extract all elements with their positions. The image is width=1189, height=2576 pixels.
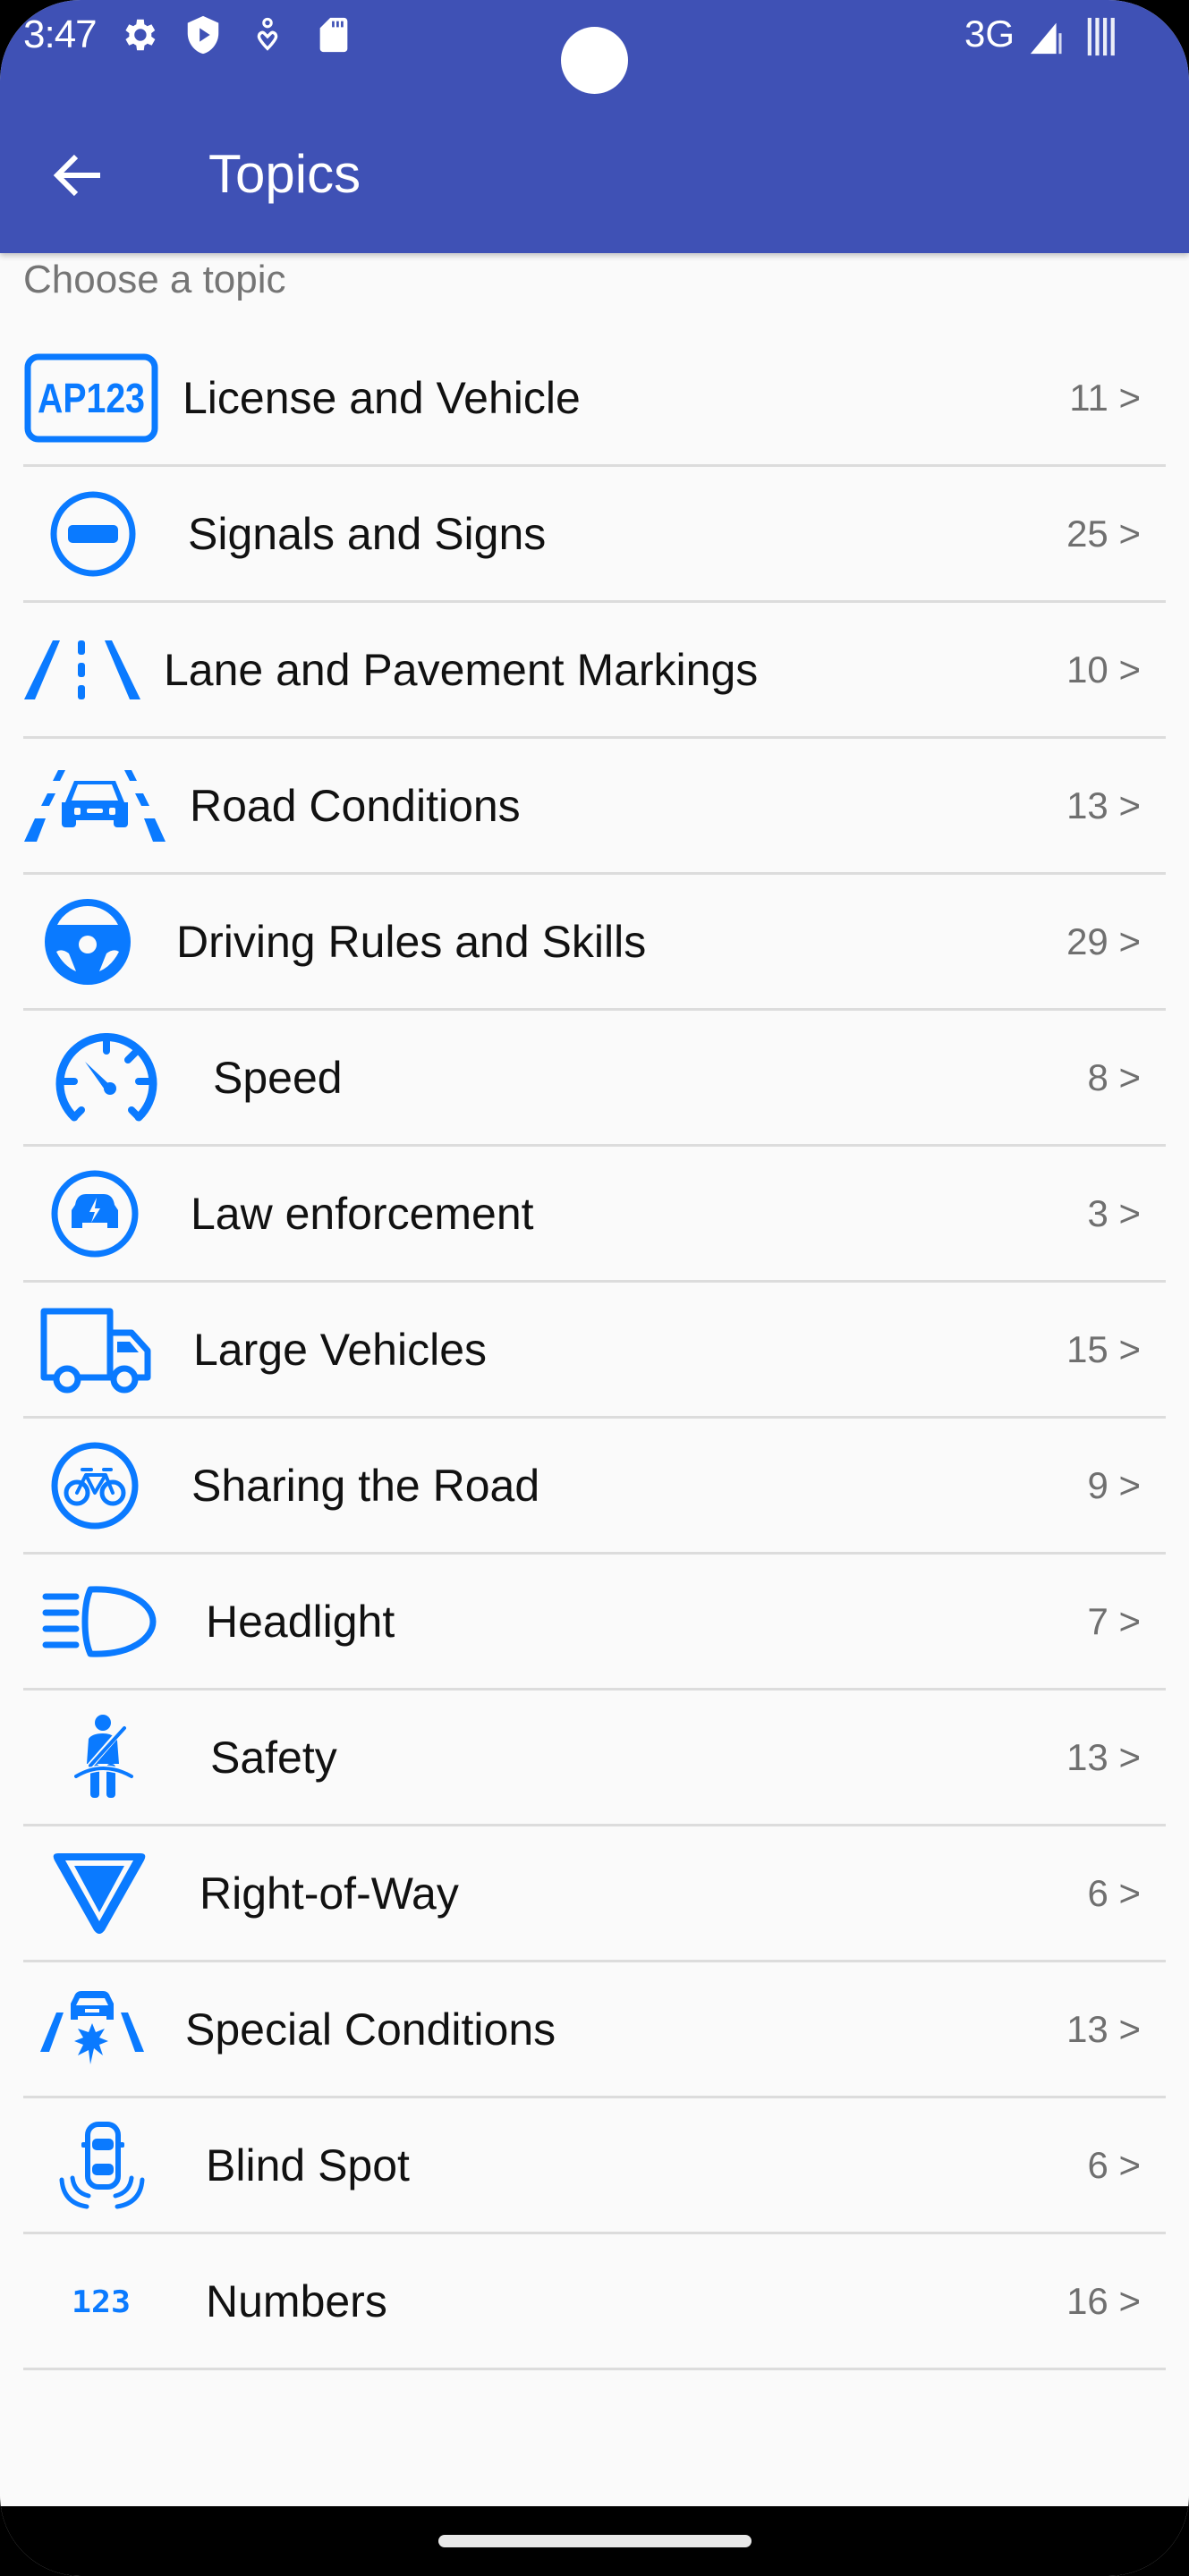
license-plate-text: AP123 [38, 375, 145, 421]
topic-label: Road Conditions [190, 781, 521, 831]
app-bar: 3:47 3G Topics [0, 0, 1189, 253]
topic-label: Speed [213, 1053, 343, 1103]
topic-label: Safety [210, 1733, 337, 1783]
status-bar: 3:47 3G [0, 0, 1189, 94]
truck-icon [38, 1283, 156, 1417]
topic-label: Lane and Pavement Markings [164, 645, 759, 695]
topic-label: License and Vehicle [183, 373, 581, 423]
car-crash-icon [38, 1962, 147, 2097]
topic-row-signals-and-signs[interactable]: Signals and Signs 25 > [0, 467, 1189, 603]
speedometer-icon [54, 1011, 159, 1145]
topic-label: Headlight [206, 1597, 395, 1647]
topic-count: 10 > [1066, 648, 1141, 691]
topic-count: 13 > [1066, 784, 1141, 826]
status-time: 3:47 [23, 13, 98, 56]
home-gesture-handle[interactable] [438, 2535, 752, 2547]
topic-row-numbers[interactable]: 123 Numbers 16 > [0, 2234, 1189, 2370]
back-arrow-icon[interactable] [47, 143, 111, 208]
sd-card-icon [319, 17, 348, 53]
topic-label: Right-of-Way [200, 1868, 459, 1919]
license-plate-icon: AP123 [23, 331, 159, 465]
topic-row-safety[interactable]: Safety 13 > [0, 1690, 1189, 1826]
topic-count: 9 > [1087, 1464, 1141, 1506]
topic-count: 16 > [1066, 2280, 1141, 2322]
camera-cutout [561, 27, 628, 94]
headlight-icon [41, 1555, 157, 1689]
topic-count: 6 > [1087, 2144, 1141, 2186]
topic-row-law-enforcement[interactable]: Law enforcement 3 > [0, 1147, 1189, 1283]
topic-row-road-conditions[interactable]: Road Conditions 13 > [0, 739, 1189, 875]
blind-spot-icon [57, 2098, 147, 2233]
topic-count: 6 > [1087, 1872, 1141, 1914]
steering-wheel-icon [43, 875, 132, 1009]
lane-markings-icon [21, 603, 143, 737]
topic-list: AP123 License and Vehicle 11 > Signals a… [0, 331, 1189, 2370]
topic-row-special-conditions[interactable]: Special Conditions 13 > [0, 1962, 1189, 2098]
network-type: 3G [964, 13, 1015, 55]
bicycle-icon [50, 1419, 140, 1553]
police-car-icon [50, 1147, 140, 1281]
topic-count: 29 > [1066, 920, 1141, 962]
topic-count: 11 > [1069, 377, 1141, 419]
topic-count: 3 > [1087, 1192, 1141, 1234]
gear-icon [125, 19, 156, 51]
accessibility-icon [257, 17, 278, 51]
numbers-icon: 123 [70, 2234, 132, 2368]
topic-row-license-and-vehicle[interactable]: AP123 License and Vehicle 11 > [0, 331, 1189, 467]
topic-count: 13 > [1066, 2008, 1141, 2050]
topic-row-lane-and-pavement-markings[interactable]: Lane and Pavement Markings 10 > [0, 603, 1189, 739]
topic-count: 15 > [1066, 1328, 1141, 1370]
topic-row-blind-spot[interactable]: Blind Spot 6 > [0, 2098, 1189, 2234]
topic-label: Large Vehicles [193, 1325, 488, 1375]
topic-row-large-vehicles[interactable]: Large Vehicles 15 > [0, 1283, 1189, 1419]
signal-icon [1030, 22, 1062, 55]
topic-row-headlight[interactable]: Headlight 7 > [0, 1555, 1189, 1690]
topic-count: 13 > [1066, 1736, 1141, 1778]
topic-label: Blind Spot [206, 2140, 410, 2190]
page-title: Topics [208, 144, 361, 204]
topic-label: Signals and Signs [188, 509, 547, 559]
shield-play-icon [187, 15, 219, 55]
topic-row-driving-rules-and-skills[interactable]: Driving Rules and Skills 29 > [0, 875, 1189, 1011]
topic-row-sharing-the-road[interactable]: Sharing the Road 9 > [0, 1419, 1189, 1555]
screen: 3:47 3G Topics Choose a topic AP123 Lice… [0, 0, 1189, 2576]
topic-label: Sharing the Road [191, 1461, 540, 1511]
battery-icon [1087, 17, 1115, 56]
divider [23, 2368, 1166, 2370]
topic-label: Driving Rules and Skills [176, 917, 647, 967]
topic-count: 7 > [1087, 1600, 1141, 1642]
yield-sign-icon [50, 1826, 149, 1961]
topic-label: Special Conditions [185, 2004, 556, 2055]
system-navigation-bar [0, 2506, 1189, 2576]
numbers-icon-text: 123 [72, 2284, 131, 2319]
subheader: Choose a topic [23, 258, 286, 301]
topic-row-speed[interactable]: Speed 8 > [0, 1011, 1189, 1147]
car-on-road-icon [21, 739, 168, 873]
topic-count: 25 > [1066, 513, 1141, 555]
no-entry-sign-icon [47, 467, 140, 601]
topic-label: Law enforcement [191, 1189, 534, 1239]
topic-label: Numbers [206, 2276, 387, 2326]
topic-row-right-of-way[interactable]: Right-of-Way 6 > [0, 1826, 1189, 1962]
seatbelt-icon [73, 1690, 136, 1825]
topic-count: 8 > [1087, 1056, 1141, 1098]
